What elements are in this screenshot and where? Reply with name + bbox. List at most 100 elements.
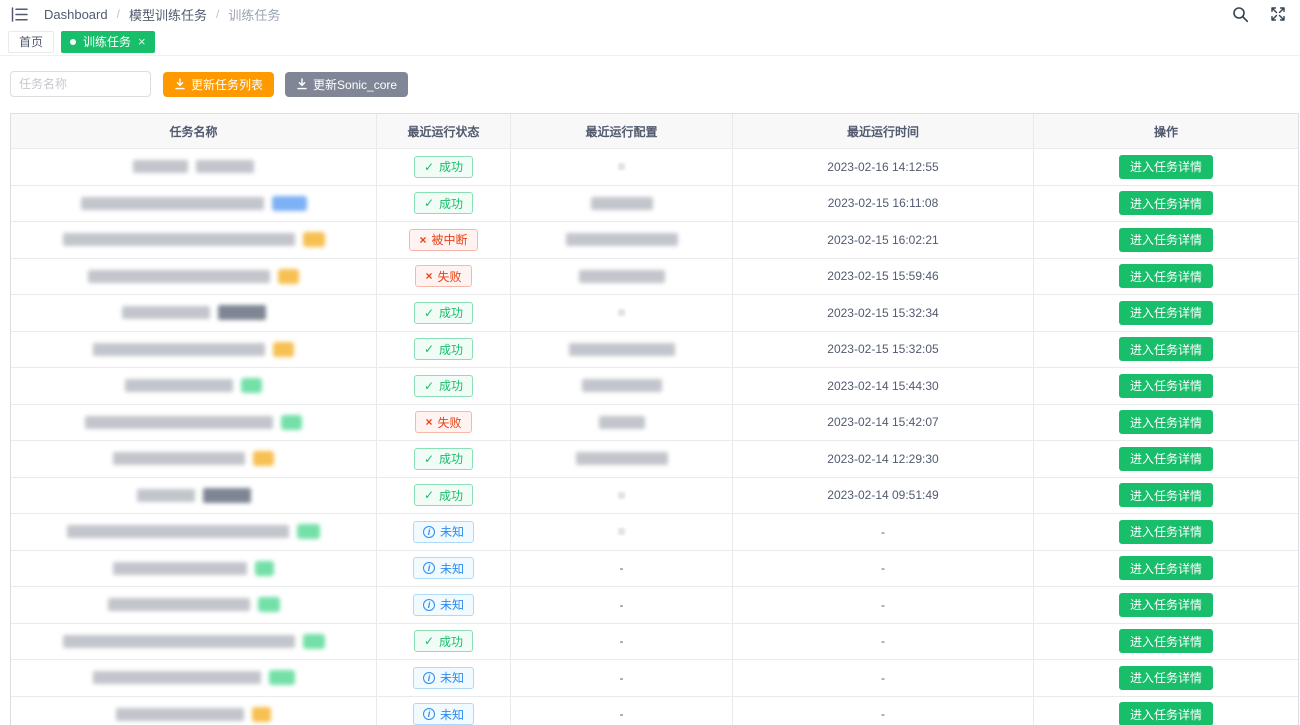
- tasks-table: 任务名称 最近运行状态 最近运行配置 最近运行时间 操作 ✓ 成功 2023-0…: [10, 113, 1299, 725]
- status-cell: ✓ 成功: [377, 149, 511, 186]
- task-name-cell: [11, 149, 377, 186]
- fullscreen-icon[interactable]: [1268, 4, 1288, 24]
- action-cell: 进入任务详情: [1034, 441, 1298, 478]
- action-cell: 进入任务详情: [1034, 222, 1298, 259]
- status-label: 失败: [438, 268, 462, 285]
- config-cell: [511, 478, 733, 515]
- status-label: 未知: [440, 669, 464, 686]
- redacted-tag: [253, 451, 274, 466]
- table-row: × 失败 2023-02-15 15:59:46 进入任务详情: [11, 259, 1298, 296]
- tab-strip: 首页 训练任务 ×: [0, 28, 1300, 56]
- status-label: 被中断: [432, 231, 468, 248]
- status-icon: ✓: [424, 343, 434, 355]
- config-cell: [511, 295, 733, 332]
- enter-task-button[interactable]: 进入任务详情: [1119, 410, 1213, 434]
- status-badge: × 失败: [415, 265, 471, 287]
- redacted-task-name: [113, 562, 247, 575]
- config-cell: -: [511, 587, 733, 624]
- tab-training-tasks[interactable]: 训练任务 ×: [61, 31, 155, 53]
- tab-active-dot: [70, 39, 76, 45]
- status-label: 成功: [439, 158, 463, 175]
- run-time: 2023-02-15 15:59:46: [733, 259, 1034, 296]
- status-badge: × 被中断: [409, 229, 477, 251]
- run-time: 2023-02-14 09:51:49: [733, 478, 1034, 515]
- config-cell: -: [511, 624, 733, 661]
- enter-task-button[interactable]: 进入任务详情: [1119, 556, 1213, 580]
- enter-task-button[interactable]: 进入任务详情: [1119, 191, 1213, 215]
- redacted-config: [579, 270, 665, 283]
- status-cell: ✓ 成功: [377, 478, 511, 515]
- top-bar: Dashboard / 模型训练任务 / 训练任务: [0, 0, 1300, 28]
- table-row: × 失败 2023-02-14 15:42:07 进入任务详情: [11, 405, 1298, 442]
- status-badge: i 未知: [413, 521, 474, 543]
- tab-close-icon[interactable]: ×: [138, 35, 146, 48]
- redacted-tag: [273, 342, 294, 357]
- enter-task-button[interactable]: 进入任务详情: [1119, 447, 1213, 471]
- table-row: ✓ 成功 2023-02-16 14:12:55 进入任务详情: [11, 149, 1298, 186]
- update-sonic-core-label: 更新Sonic_core: [313, 76, 397, 93]
- status-icon: ✓: [424, 161, 434, 173]
- action-cell: 进入任务详情: [1034, 368, 1298, 405]
- enter-task-button[interactable]: 进入任务详情: [1119, 337, 1213, 361]
- menu-collapse-icon[interactable]: [8, 3, 30, 25]
- status-label: 成功: [439, 450, 463, 467]
- enter-task-button[interactable]: 进入任务详情: [1119, 228, 1213, 252]
- redacted-task-name: [88, 270, 270, 283]
- task-name-cell: [11, 697, 377, 725]
- breadcrumb-separator: /: [216, 7, 219, 21]
- config-cell: [511, 514, 733, 551]
- breadcrumb-item-dashboard[interactable]: Dashboard: [44, 7, 108, 22]
- action-cell: 进入任务详情: [1034, 149, 1298, 186]
- status-icon: ×: [419, 234, 426, 246]
- status-cell: i 未知: [377, 697, 511, 725]
- redacted-config: [618, 163, 625, 170]
- config-cell: -: [511, 697, 733, 725]
- update-sonic-core-button[interactable]: 更新Sonic_core: [285, 72, 408, 97]
- enter-task-button[interactable]: 进入任务详情: [1119, 264, 1213, 288]
- redacted-task-name: [125, 379, 233, 392]
- status-icon: i: [423, 599, 435, 611]
- redacted-tag: [258, 597, 280, 612]
- table-body: ✓ 成功 2023-02-16 14:12:55 进入任务详情 ✓ 成功 202…: [11, 149, 1298, 725]
- table-row: i 未知 - 进入任务详情: [11, 514, 1298, 551]
- enter-task-button[interactable]: 进入任务详情: [1119, 483, 1213, 507]
- redacted-task-name: [67, 525, 289, 538]
- config-cell: [511, 186, 733, 223]
- task-name-cell: [11, 660, 377, 697]
- status-cell: × 被中断: [377, 222, 511, 259]
- enter-task-button[interactable]: 进入任务详情: [1119, 593, 1213, 617]
- config-cell: [511, 441, 733, 478]
- download-icon: [174, 78, 186, 90]
- tab-home[interactable]: 首页: [8, 31, 54, 53]
- status-badge: ✓ 成功: [414, 484, 473, 506]
- status-icon: ✓: [424, 197, 434, 209]
- table-row: i 未知 - - 进入任务详情: [11, 697, 1298, 725]
- search-icon[interactable]: [1230, 4, 1250, 24]
- enter-task-button[interactable]: 进入任务详情: [1119, 374, 1213, 398]
- task-name-cell: [11, 478, 377, 515]
- update-task-list-button[interactable]: 更新任务列表: [163, 72, 274, 97]
- action-cell: 进入任务详情: [1034, 624, 1298, 661]
- status-icon: ✓: [424, 307, 434, 319]
- breadcrumb-item-model-training[interactable]: 模型训练任务: [129, 5, 207, 24]
- redacted-tag: [272, 196, 307, 211]
- breadcrumb-item-current: 训练任务: [228, 5, 280, 24]
- enter-task-button[interactable]: 进入任务详情: [1119, 629, 1213, 653]
- action-cell: 进入任务详情: [1034, 697, 1298, 725]
- col-run-status: 最近运行状态: [377, 114, 511, 149]
- redacted-task-name: [137, 489, 195, 502]
- config-cell: [511, 222, 733, 259]
- task-name-cell: [11, 332, 377, 369]
- enter-task-button[interactable]: 进入任务详情: [1119, 666, 1213, 690]
- redacted-task-name: [108, 598, 250, 611]
- action-cell: 进入任务详情: [1034, 587, 1298, 624]
- task-name-input[interactable]: [10, 71, 151, 97]
- enter-task-button[interactable]: 进入任务详情: [1119, 520, 1213, 544]
- col-actions: 操作: [1034, 114, 1298, 149]
- enter-task-button[interactable]: 进入任务详情: [1119, 702, 1213, 725]
- status-icon: i: [423, 562, 435, 574]
- redacted-config: [618, 309, 625, 316]
- task-name-cell: [11, 186, 377, 223]
- enter-task-button[interactable]: 进入任务详情: [1119, 301, 1213, 325]
- enter-task-button[interactable]: 进入任务详情: [1119, 155, 1213, 179]
